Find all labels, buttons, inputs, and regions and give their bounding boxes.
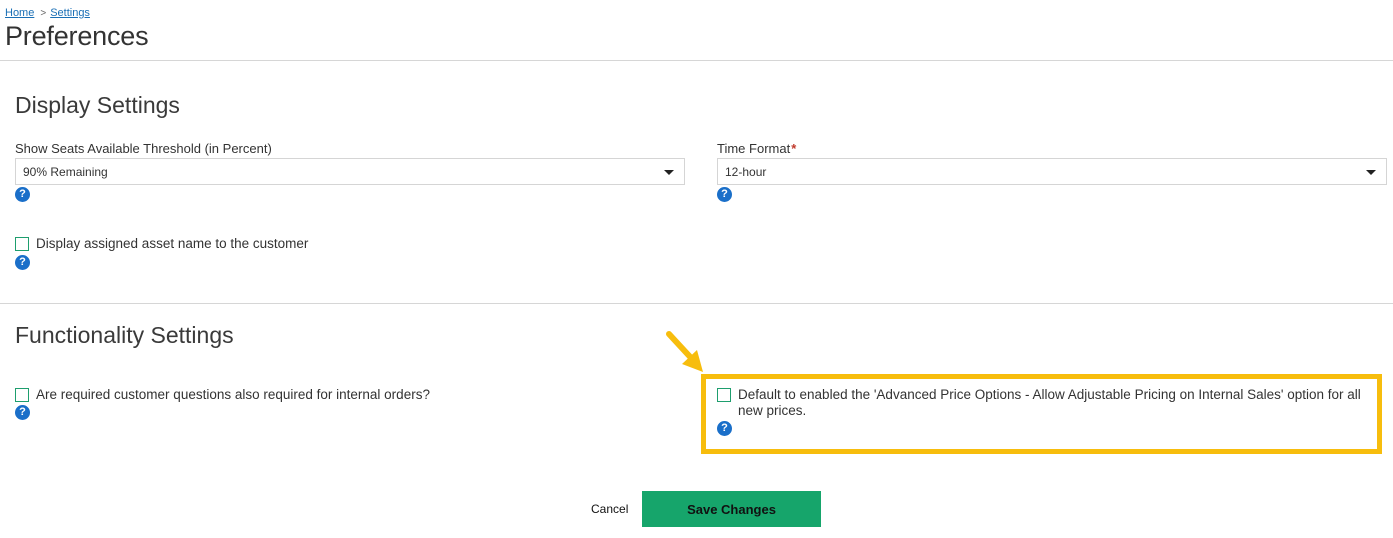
chevron-down-icon: [664, 170, 674, 175]
breadcrumb-settings-link[interactable]: Settings: [50, 7, 90, 19]
breadcrumb-separator: >: [40, 7, 47, 19]
required-questions-option: Are required customer questions also req…: [15, 387, 675, 403]
breadcrumb: Home > Settings: [5, 7, 90, 19]
time-format-label-text: Time Format: [717, 141, 791, 156]
advanced-price-option: Default to enabled the 'Advanced Price O…: [717, 387, 1372, 419]
page-title: Preferences: [5, 21, 149, 51]
display-settings-title: Display Settings: [15, 92, 180, 118]
advanced-price-label: Default to enabled the 'Advanced Price O…: [738, 387, 1361, 418]
section-divider: [0, 303, 1393, 304]
advanced-price-help-icon[interactable]: ?: [717, 421, 732, 436]
asset-name-checkbox[interactable]: [15, 237, 29, 251]
time-format-select[interactable]: 12-hour: [717, 158, 1387, 185]
asset-name-label: Display assigned asset name to the custo…: [36, 236, 309, 251]
seats-threshold-select[interactable]: 90% Remaining: [15, 158, 685, 185]
save-changes-button[interactable]: Save Changes: [642, 491, 821, 527]
required-questions-help-icon[interactable]: ?: [15, 405, 30, 420]
time-format-help-icon[interactable]: ?: [717, 187, 732, 202]
advanced-price-checkbox[interactable]: [717, 388, 731, 402]
chevron-down-icon: [1366, 170, 1376, 175]
required-questions-label: Are required customer questions also req…: [36, 387, 430, 402]
arrow-annotation-icon: [666, 331, 703, 372]
time-format-value: 12-hour: [725, 165, 767, 179]
seats-threshold-value: 90% Remaining: [23, 165, 108, 179]
functionality-settings-title: Functionality Settings: [15, 322, 234, 348]
breadcrumb-home-link[interactable]: Home: [5, 7, 34, 19]
required-questions-checkbox[interactable]: [15, 388, 29, 402]
seats-threshold-help-icon[interactable]: ?: [15, 187, 30, 202]
cancel-button[interactable]: Cancel: [591, 502, 628, 516]
time-format-label: Time Format*: [717, 141, 796, 156]
header-divider: [0, 60, 1393, 61]
required-marker: *: [791, 141, 797, 156]
asset-name-option: Display assigned asset name to the custo…: [15, 236, 308, 252]
seats-threshold-label: Show Seats Available Threshold (in Perce…: [15, 141, 272, 156]
asset-name-help-icon[interactable]: ?: [15, 255, 30, 270]
